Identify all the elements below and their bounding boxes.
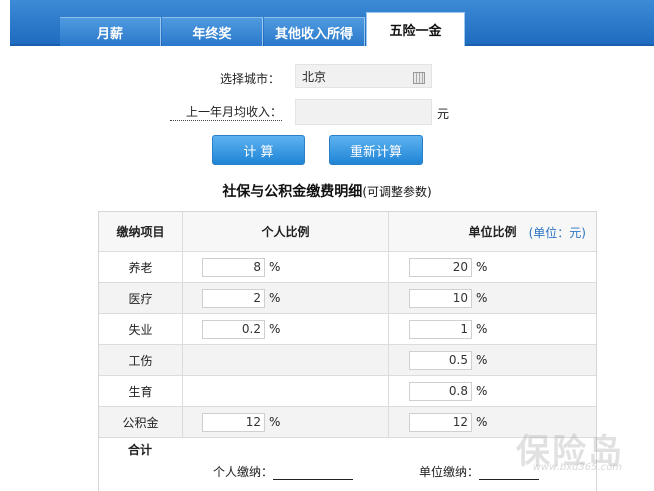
personal-pay-label: 个人缴纳： bbox=[213, 465, 274, 479]
calculate-button[interactable]: 计 算 bbox=[212, 135, 305, 165]
company-rate-input[interactable]: 20 bbox=[409, 257, 472, 277]
recalculate-button[interactable]: 重新计算 bbox=[329, 135, 423, 165]
percent-sign: % bbox=[476, 384, 488, 398]
percent-sign: % bbox=[269, 322, 281, 336]
percent-sign: % bbox=[269, 415, 281, 429]
row-name: 生育 bbox=[99, 376, 183, 406]
total-label: 合计 bbox=[128, 443, 153, 457]
company-rate-input[interactable]: 10 bbox=[409, 288, 472, 308]
row-name: 医疗 bbox=[99, 283, 183, 313]
personal-rate-input[interactable]: 12 bbox=[202, 412, 265, 432]
income-input[interactable] bbox=[295, 99, 432, 125]
company-pay-label: 单位缴纳： bbox=[419, 465, 480, 479]
income-unit: 元 bbox=[437, 107, 450, 121]
company-rate-input[interactable]: 0.8 bbox=[409, 381, 472, 401]
row-name: 公积金 bbox=[99, 407, 183, 437]
table-row: 养老 8% 20% bbox=[99, 252, 596, 283]
tab-social-insurance[interactable]: 五险一金 bbox=[366, 12, 465, 46]
table-row: 医疗 2% 10% bbox=[99, 283, 596, 314]
personal-rate-input[interactable]: 2 bbox=[202, 288, 265, 308]
header-personal: 个人比例 bbox=[183, 212, 389, 251]
personal-pay-value bbox=[273, 467, 354, 480]
percent-sign: % bbox=[269, 291, 281, 305]
city-select[interactable]: 北京 bbox=[295, 64, 432, 88]
city-label: 选择城市： bbox=[219, 72, 280, 86]
calendar-icon[interactable] bbox=[413, 72, 425, 84]
tab-other-income[interactable]: 其他收入所得 bbox=[264, 17, 365, 46]
percent-sign: % bbox=[476, 291, 488, 305]
tab-monthly-salary[interactable]: 月薪 bbox=[60, 17, 161, 46]
table-row: 生育 0.8% bbox=[99, 376, 596, 407]
city-value: 北京 bbox=[302, 69, 327, 84]
company-rate-input[interactable]: 1 bbox=[409, 319, 472, 339]
tab-bar: 月薪 年终奖 其他收入所得 五险一金 bbox=[10, 0, 654, 46]
section-title: 社保与公积金缴费明细(可调整参数) bbox=[222, 184, 432, 200]
percent-sign: % bbox=[476, 322, 488, 336]
percent-sign: % bbox=[476, 260, 488, 274]
row-name: 失业 bbox=[99, 314, 183, 344]
row-name: 养老 bbox=[99, 252, 183, 282]
section-hint: (可调整参数) bbox=[362, 185, 432, 199]
header-item: 缴纳项目 bbox=[99, 212, 183, 251]
company-rate-input[interactable]: 0.5 bbox=[409, 350, 472, 370]
table-header-row: 缴纳项目 个人比例 单位比例 (单位：元) bbox=[99, 212, 596, 252]
empty-cell bbox=[183, 376, 389, 406]
percent-sign: % bbox=[476, 415, 488, 429]
personal-rate-input[interactable]: 0.2 bbox=[202, 319, 265, 339]
empty-cell bbox=[183, 345, 389, 375]
percent-sign: % bbox=[269, 260, 281, 274]
personal-rate-input[interactable]: 8 bbox=[202, 257, 265, 277]
income-label: 上一年月均收入： bbox=[170, 103, 282, 121]
company-rate-input[interactable]: 12 bbox=[409, 412, 472, 432]
percent-sign: % bbox=[476, 353, 488, 367]
table-row: 工伤 0.5% bbox=[99, 345, 596, 376]
tab-year-end-bonus[interactable]: 年终奖 bbox=[162, 17, 263, 46]
unit-note: (单位：元) bbox=[528, 226, 586, 240]
row-name: 工伤 bbox=[99, 345, 183, 375]
personal-total: 个人缴纳： bbox=[213, 463, 354, 480]
table-row: 失业 0.2% 1% bbox=[99, 314, 596, 345]
watermark-url: www.bxd365.com bbox=[532, 462, 622, 473]
